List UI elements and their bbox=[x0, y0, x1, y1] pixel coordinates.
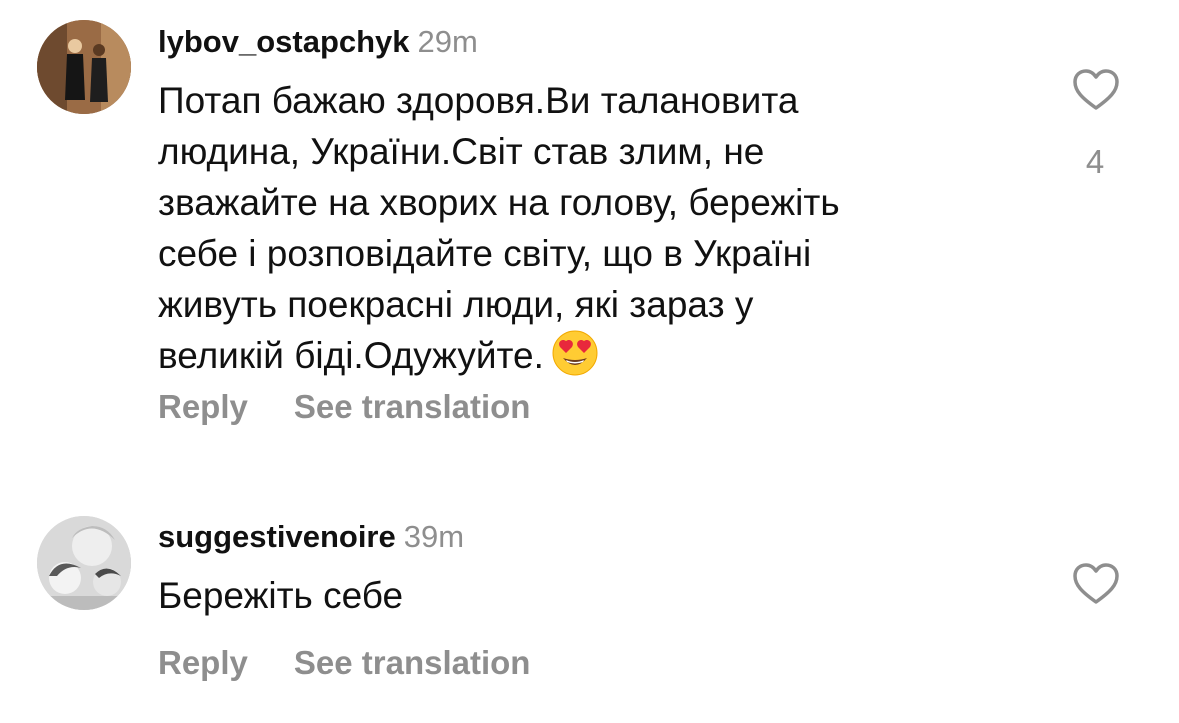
comment-actions: Reply See translation bbox=[158, 388, 576, 426]
reply-button[interactable]: Reply bbox=[158, 644, 248, 682]
see-translation-button[interactable]: See translation bbox=[294, 388, 531, 426]
comment-text-line: себе і розповідайте світу, що в Україні bbox=[158, 233, 812, 274]
comment-time: 29m bbox=[417, 24, 478, 59]
username[interactable]: lybov_ostapchyk bbox=[158, 24, 410, 59]
heart-outline-icon[interactable] bbox=[1072, 68, 1120, 112]
avatar[interactable] bbox=[37, 20, 131, 114]
avatar[interactable] bbox=[37, 516, 131, 610]
avatar-image bbox=[37, 516, 131, 610]
username[interactable]: suggestivenoire bbox=[158, 519, 396, 554]
see-translation-button[interactable]: See translation bbox=[294, 644, 531, 682]
comment-item: lybov_ostapchyk 29m Потап бажаю здоровя.В… bbox=[0, 0, 1179, 470]
heart-eyes-emoji-icon bbox=[552, 330, 598, 389]
avatar-image bbox=[37, 20, 131, 114]
heart-outline-icon[interactable] bbox=[1072, 562, 1120, 606]
comment-time: 39m bbox=[403, 519, 465, 554]
comment-actions: Reply See translation bbox=[158, 644, 576, 682]
comment-text-line-last: великій біді.Одужуйте. bbox=[158, 330, 1018, 389]
comment-text-line: Бережіть себе bbox=[158, 575, 404, 616]
comment-header: lybov_ostapchyk 29m bbox=[158, 22, 478, 62]
comment-text-line: зважайте на хворих на голову, бережіть bbox=[158, 182, 840, 223]
comment-item: suggestivenoire 39m Бережіть себе Reply Se… bbox=[0, 500, 1179, 723]
reply-button[interactable]: Reply bbox=[158, 388, 248, 426]
comment-text-line: людина, України.Світ став злим, не bbox=[158, 131, 765, 172]
comment-text-line: живуть поекрасні люди, які зараз у bbox=[158, 284, 754, 325]
comment-text: Потап бажаю здоровя.Ви талановита людина… bbox=[158, 75, 1018, 389]
comment-text-line: великій біді.Одужуйте. bbox=[158, 335, 544, 376]
comment-header: suggestivenoire 39m bbox=[158, 517, 464, 557]
like-count: 4 bbox=[1085, 143, 1105, 180]
comment-text-line: Потап бажаю здоровя.Ви талановита bbox=[158, 80, 799, 121]
comment-text: Бережіть себе bbox=[158, 570, 1018, 621]
